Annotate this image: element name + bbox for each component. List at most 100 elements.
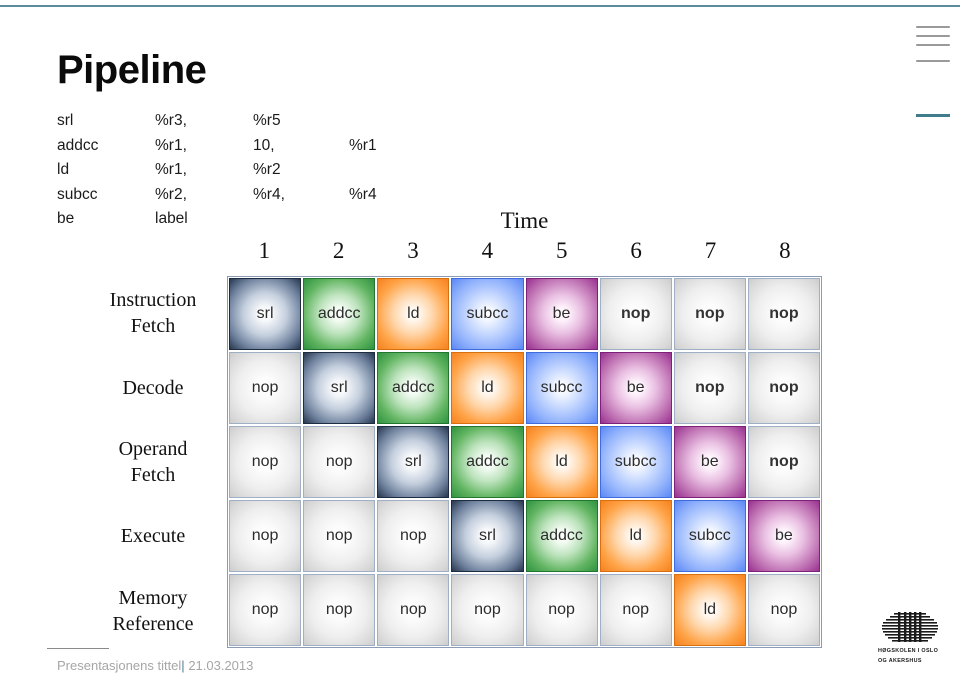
- pipeline-cell-nop[interactable]: nop: [747, 352, 820, 424]
- pipeline-cell-be[interactable]: be: [673, 426, 746, 498]
- pipeline-cell-addcc[interactable]: addcc: [303, 278, 376, 350]
- code-token: %r1,: [155, 136, 187, 154]
- cycle-number: 3: [407, 238, 419, 263]
- code-token: %r5: [253, 112, 281, 129]
- code-line: srl %r3, %r5: [57, 109, 377, 134]
- pipeline-cell-slot: nop: [450, 573, 524, 647]
- cycle-number: 2: [332, 238, 345, 263]
- top-accent-rule: [0, 5, 960, 7]
- pipeline-cell-srl[interactable]: srl: [377, 426, 450, 498]
- pipeline-cell-nop[interactable]: nop: [229, 352, 302, 424]
- pipeline-cell-be[interactable]: be: [599, 352, 672, 424]
- pipeline-cell-ld[interactable]: ld: [451, 352, 524, 424]
- logo-line-2: OG AKERSHUS: [878, 657, 922, 664]
- pipeline-cell-nop[interactable]: nop: [303, 500, 376, 572]
- pipeline-cell-slot: srl: [450, 499, 524, 573]
- pipeline-cell-nop[interactable]: nop: [599, 574, 672, 646]
- time-axis-label: Time: [500, 208, 549, 233]
- pipeline-cell-nop[interactable]: nop: [377, 500, 450, 572]
- pipeline-cell-addcc[interactable]: addcc: [377, 352, 450, 424]
- footer-divider: [47, 648, 109, 649]
- cycle-number: 8: [779, 238, 791, 263]
- pipeline-row: nop nop nop nop nop nop ld nop: [228, 573, 821, 647]
- pipeline-cell-addcc[interactable]: addcc: [451, 426, 524, 498]
- pipeline-cell-srl[interactable]: srl: [229, 278, 302, 350]
- pipeline-row: nop srl addcc ld subcc be nop nop: [228, 351, 821, 425]
- cycle-number: 5: [555, 238, 568, 263]
- code-token: srl: [57, 112, 74, 129]
- menu-line-4: [916, 60, 950, 62]
- pipeline-cell-slot: nop: [376, 573, 450, 647]
- pipeline-cell-be[interactable]: be: [525, 278, 598, 350]
- pipeline-cell-subcc[interactable]: subcc: [451, 278, 524, 350]
- pipeline-cell-slot: addcc: [376, 351, 450, 425]
- pipeline-cell-slot: srl: [376, 425, 450, 499]
- pipeline-cell-ld[interactable]: ld: [377, 278, 450, 350]
- cycle-number: 7: [704, 238, 717, 263]
- pipeline-cell-slot: ld: [673, 573, 747, 647]
- stage-label-line: Memory: [118, 586, 188, 609]
- pipeline-cell-srl[interactable]: srl: [451, 500, 524, 572]
- cycle-number: 4: [481, 238, 494, 263]
- pipeline-cell-subcc[interactable]: subcc: [673, 500, 746, 572]
- pipeline-cell-nop[interactable]: nop: [599, 278, 672, 350]
- pipeline-cell-nop[interactable]: nop: [525, 574, 598, 646]
- pipeline-cell-slot: be: [599, 351, 673, 425]
- pipeline-cell-slot: nop: [747, 573, 821, 647]
- pipeline-cell-slot: be: [747, 499, 821, 573]
- pipeline-cell-be[interactable]: be: [747, 500, 820, 572]
- pipeline-cell-slot: be: [673, 425, 747, 499]
- pipeline-cell-nop[interactable]: nop: [377, 574, 450, 646]
- code-token: addcc: [57, 136, 99, 154]
- pipeline-cell-slot: nop: [599, 573, 673, 647]
- code-token: be: [57, 210, 75, 227]
- pipeline-cell-slot: nop: [599, 277, 673, 351]
- pipeline-cell-slot: nop: [228, 425, 302, 499]
- cycle-number: 1: [258, 238, 270, 263]
- pipeline-cell-slot: addcc: [450, 425, 524, 499]
- pipeline-cell-nop[interactable]: nop: [747, 574, 820, 646]
- stage-label-line: Fetch: [130, 464, 176, 486]
- pipeline-cell-ld[interactable]: ld: [525, 426, 598, 498]
- menu-lines-decoration: [916, 26, 950, 69]
- stage-label-1: Decode: [85, 375, 221, 401]
- stage-label-column: Instruction Fetch Decode Operand Fetch Execut…: [85, 276, 221, 648]
- pipeline-cell-addcc[interactable]: addcc: [525, 500, 598, 572]
- stage-label-3: Execute: [85, 523, 221, 549]
- pipeline-cell-ld[interactable]: ld: [599, 500, 672, 572]
- pipeline-cell-nop[interactable]: nop: [229, 500, 302, 572]
- code-token: %r3,: [155, 112, 187, 129]
- pipeline-cell-nop[interactable]: nop: [303, 574, 376, 646]
- menu-line-3: [916, 44, 950, 46]
- stage-label-line: Decode: [122, 376, 184, 399]
- code-token: %r2,: [155, 185, 187, 203]
- pipeline-cell-ld[interactable]: ld: [673, 574, 746, 646]
- pipeline-cell-nop[interactable]: nop: [303, 426, 376, 498]
- stage-label-line: Reference: [112, 612, 194, 635]
- pipeline-cell-nop[interactable]: nop: [673, 278, 746, 350]
- cycle-number-header: 1 2 3 4 5 6 7 8: [227, 238, 822, 264]
- pipeline-cell-nop[interactable]: nop: [229, 426, 302, 498]
- pipeline-cell-slot: srl: [302, 351, 376, 425]
- pipeline-cell-nop[interactable]: nop: [673, 352, 746, 424]
- pipeline-cell-nop[interactable]: nop: [747, 426, 820, 498]
- pipeline-cell-nop[interactable]: nop: [229, 574, 302, 646]
- pipeline-cell-slot: nop: [747, 351, 821, 425]
- pipeline-cell-subcc[interactable]: subcc: [525, 352, 598, 424]
- pipeline-cell-subcc[interactable]: subcc: [599, 426, 672, 498]
- footer-separator: |: [181, 658, 185, 673]
- pipeline-cell-slot: nop: [302, 425, 376, 499]
- pipeline-cell-slot: nop: [228, 351, 302, 425]
- pipeline-cell-slot: ld: [525, 425, 599, 499]
- code-token: subcc: [57, 185, 98, 203]
- pipeline-cell-srl[interactable]: srl: [303, 352, 376, 424]
- pipeline-cell-nop[interactable]: nop: [747, 278, 820, 350]
- slide-canvas: Pipeline srl %r3, %r5 addcc %r1, 10, %r1 ld %r1,…: [0, 0, 960, 679]
- pipeline-row: nop nop srl addcc ld subcc be nop: [228, 425, 821, 499]
- pipeline-cell-nop[interactable]: nop: [451, 574, 524, 646]
- code-line: addcc %r1, 10, %r1: [57, 134, 377, 159]
- institution-logo: HØGSKOLEN I OSLO OG AKERSHUS: [878, 612, 944, 665]
- pipeline-cell-slot: ld: [599, 499, 673, 573]
- pipeline-cell-slot: nop: [302, 499, 376, 573]
- footer-title: Presentasjonens tittel: [57, 658, 182, 673]
